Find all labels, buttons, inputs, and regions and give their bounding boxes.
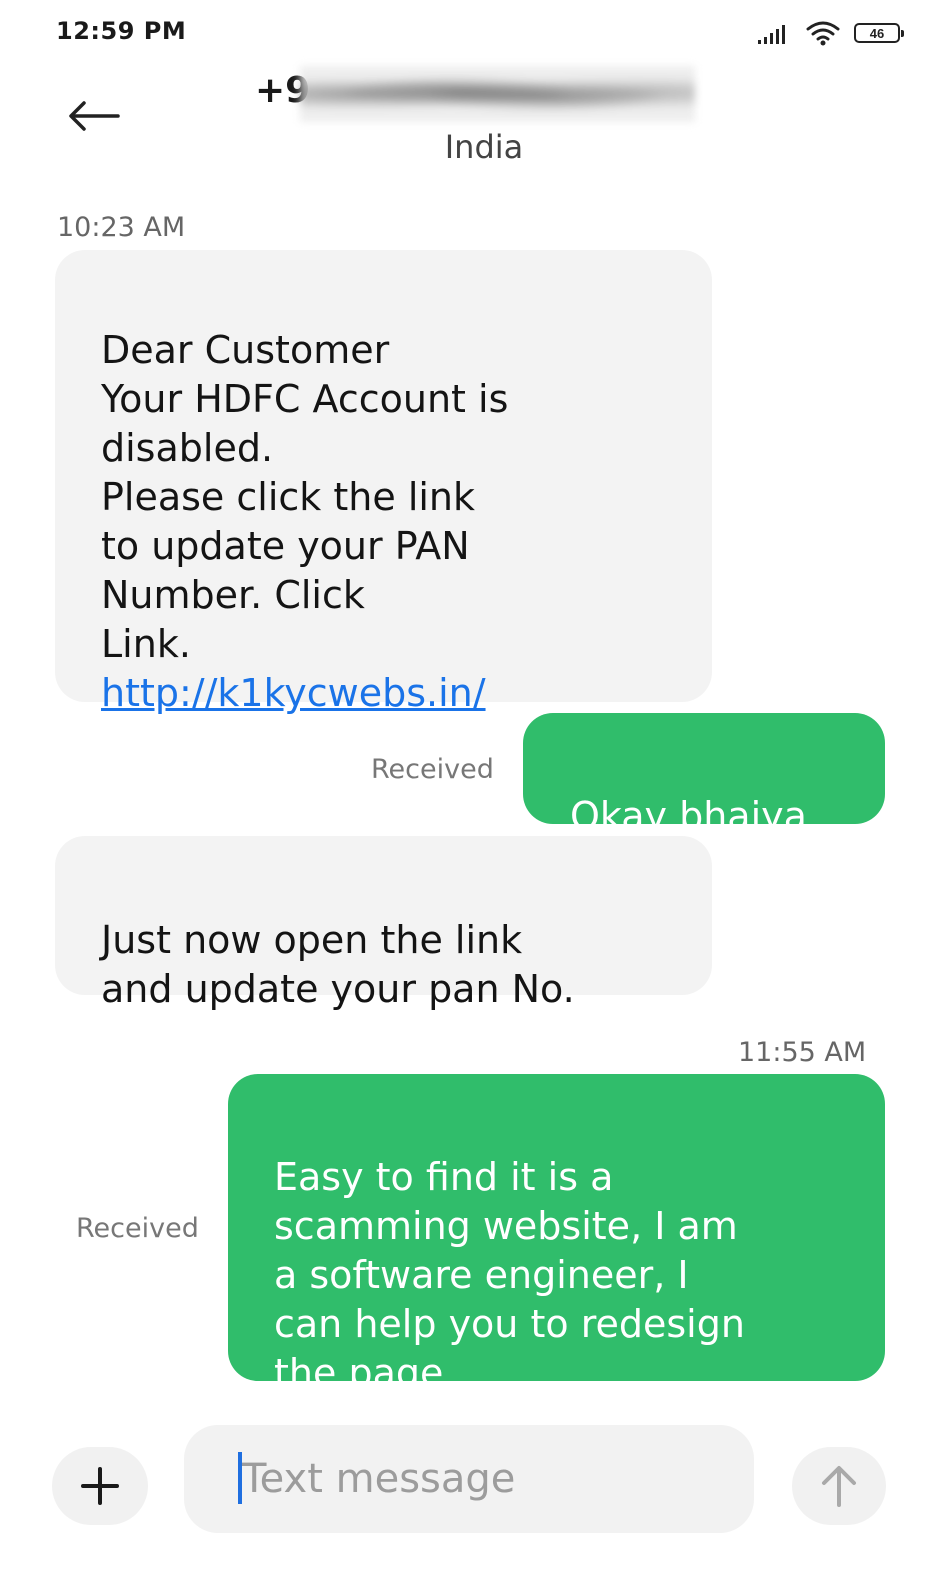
incoming-message-bubble[interactable]: Just now open the link and update your p…: [55, 836, 712, 1011]
message-text: Okay bhaiya: [570, 794, 807, 838]
contact-location: India: [444, 128, 524, 166]
message-text: Dear Customer Your HDFC Account is disab…: [101, 328, 509, 666]
contact-location-wrapper: India: [0, 128, 950, 166]
arrow-up-icon: [822, 1466, 856, 1507]
message-timestamp: 10:23 AM: [57, 212, 186, 243]
send-button[interactable]: [792, 1447, 886, 1525]
message-link[interactable]: http://k1kycwebs.in/: [101, 669, 692, 718]
signal-icon: [758, 25, 785, 44]
outgoing-message-bubble[interactable]: Easy to find it is a scamming website, I…: [228, 1074, 885, 1395]
battery-level: 46: [869, 25, 885, 41]
incoming-message-bubble[interactable]: Dear Customer Your HDFC Account is disab…: [55, 250, 712, 715]
status-time: 12:59 PM: [56, 17, 187, 45]
message-input[interactable]: [240, 1455, 704, 1503]
status-icons: 46: [756, 18, 904, 48]
text-caret: [238, 1452, 242, 1504]
message-timestamp: 11:55 AM: [738, 1037, 867, 1068]
message-status: Received: [76, 1213, 199, 1244]
messages-screen: 12:59 PM 46 +9 India 10:23 AM Dear Custo…: [0, 0, 950, 1585]
message-text: Easy to find it is a scamming website, I…: [274, 1155, 745, 1395]
battery-icon: 46: [854, 23, 904, 43]
message-text: Just now open the link and update your p…: [101, 918, 575, 1011]
message-status: Received: [371, 754, 494, 785]
redacted-number: [300, 66, 695, 122]
outgoing-message-bubble[interactable]: Okay bhaiya: [523, 713, 885, 838]
plus-icon: [81, 1467, 119, 1505]
attach-button[interactable]: [52, 1447, 148, 1525]
message-input-container[interactable]: [184, 1425, 754, 1533]
wifi-icon: [806, 21, 840, 46]
